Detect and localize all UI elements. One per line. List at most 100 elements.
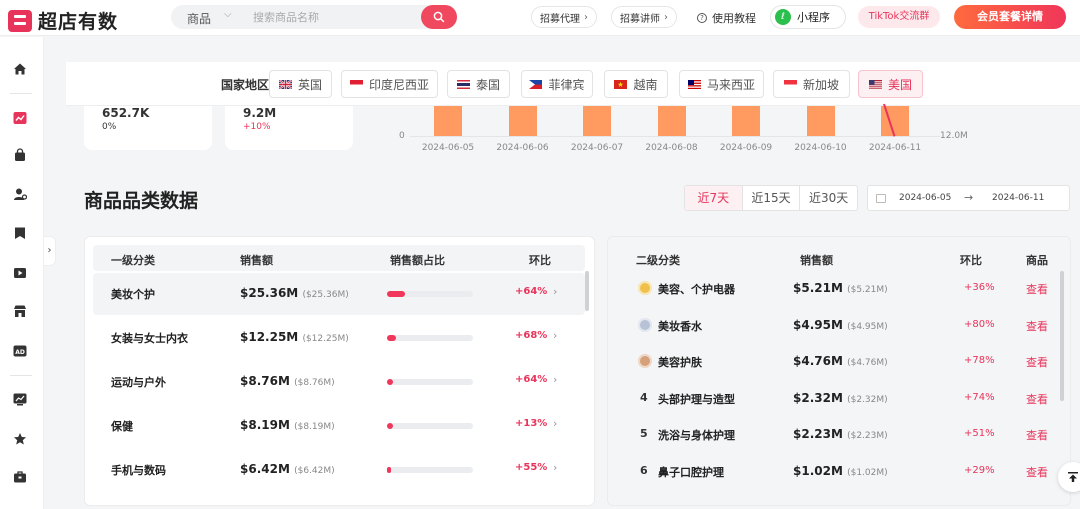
store-icon[interactable]: [12, 303, 28, 319]
video-icon[interactable]: [12, 264, 28, 280]
x-tick-label: 2024-06-06: [496, 143, 549, 153]
category-name: 手机与数码: [111, 464, 166, 477]
table-row[interactable]: 女装与女士内衣 $12.25M ($12.25M) +68% ›: [93, 317, 585, 359]
country-usa[interactable]: 美国: [858, 70, 923, 98]
table-row[interactable]: 运动与户外 $8.76M ($8.76M) +64% ›: [93, 361, 585, 403]
country-indonesia[interactable]: 印度尼西亚: [341, 70, 438, 98]
tab-7-days[interactable]: 近7天: [685, 186, 743, 210]
bronze-medal-icon: [638, 354, 652, 368]
chevron-right-icon[interactable]: ›: [553, 329, 557, 342]
analytics-icon[interactable]: [12, 391, 28, 407]
agent-recruit-button[interactable]: 招募代理 ›: [531, 6, 597, 28]
change-percent: +51%: [964, 428, 995, 439]
tiktok-group-button[interactable]: TikTok交流群: [858, 6, 940, 28]
sales-exact: ($8.19M): [294, 422, 335, 432]
table-row[interactable]: 保健 $8.19M ($8.19M) +13% ›: [93, 405, 585, 447]
user-icon[interactable]: [12, 186, 28, 202]
ad-icon[interactable]: AD: [12, 343, 28, 359]
chart-bar[interactable]: [583, 106, 611, 136]
view-products-link[interactable]: 查看: [1026, 391, 1048, 407]
mini-program-icon: ℓ: [775, 9, 791, 25]
sales-amount: $2.32M: [793, 390, 843, 405]
chart-bar[interactable]: [806, 106, 835, 136]
chevron-right-icon: ›: [584, 11, 588, 23]
mini-program-button[interactable]: ℓ 小程序: [770, 5, 846, 29]
chart-bar[interactable]: [657, 106, 686, 136]
sales-value: $1.02M ($1.02M): [793, 464, 888, 478]
column-header: 销售额: [240, 254, 273, 267]
category-name: 保健: [111, 420, 133, 433]
view-products-link[interactable]: 查看: [1026, 354, 1048, 370]
logo[interactable]: 超店有数: [8, 7, 118, 34]
country-malaysia[interactable]: 马来西亚: [679, 70, 764, 98]
malaysia-flag-icon: [687, 79, 701, 89]
table-row[interactable]: 手机与数码 $6.42M ($6.42M) +55% ›: [93, 449, 585, 491]
search-type-select[interactable]: 商品: [187, 10, 211, 27]
chart-bar[interactable]: [508, 106, 537, 136]
bookmark-icon[interactable]: [12, 225, 28, 241]
category-name: 女装与女士内衣: [111, 332, 188, 345]
country-thailand[interactable]: 泰国: [447, 70, 510, 98]
sidebar-toggle-button[interactable]: ›: [44, 236, 56, 266]
star-icon[interactable]: [12, 431, 28, 447]
table-row[interactable]: 5 洗浴与身体护理 $2.23M ($2.23M) +51% 查看: [616, 417, 1056, 453]
sales-value: $4.76M ($4.76M): [793, 354, 888, 368]
y-axis-label-right: 12.0M: [940, 131, 968, 141]
date-range-picker[interactable]: 2024-06-05 → 2024-06-11: [867, 185, 1070, 211]
table-header: 二级分类 销售额 环比 商品: [616, 245, 1056, 271]
lecturer-recruit-button[interactable]: 招募讲师 ›: [611, 6, 677, 28]
sales-exact: ($12.25M): [302, 334, 349, 344]
chevron-down-icon[interactable]: ⌵: [224, 9, 232, 20]
chart-bar[interactable]: [732, 106, 760, 136]
country-label: 新加坡: [802, 77, 839, 92]
share-progress-bar: [387, 423, 473, 429]
table-row[interactable]: 美妆个护 $25.36M ($25.36M) +64% ›: [93, 273, 585, 315]
home-icon[interactable]: [12, 61, 28, 77]
date-end[interactable]: 2024-06-11: [992, 193, 1044, 203]
table-row[interactable]: 美妆香水 $4.95M ($4.95M) +80% 查看: [616, 308, 1056, 344]
sales-exact: ($1.02M): [847, 467, 888, 478]
tab-30-days[interactable]: 近30天: [800, 186, 857, 210]
trend-icon[interactable]: [12, 110, 28, 126]
rank-number: 6: [640, 463, 648, 477]
date-start[interactable]: 2024-06-05: [899, 193, 951, 203]
change-percent: +64%: [515, 286, 548, 297]
toolbox-icon[interactable]: [12, 469, 28, 485]
country-uk[interactable]: 英国: [269, 70, 332, 98]
table-row[interactable]: 美容护肤 $4.76M ($4.76M) +78% 查看: [616, 344, 1056, 380]
sales-exact: ($6.42M): [294, 466, 335, 476]
x-tick-label: 2024-06-09: [719, 143, 773, 153]
country-singapore[interactable]: 新加坡: [773, 70, 850, 98]
scrollbar[interactable]: [1060, 271, 1064, 401]
table-row[interactable]: 6 鼻子口腔护理 $1.02M ($1.02M) +29% 查看: [616, 454, 1056, 490]
sales-value: $2.23M ($2.23M): [793, 427, 888, 441]
bag-icon[interactable]: [12, 147, 28, 163]
chevron-right-icon[interactable]: ›: [553, 373, 557, 386]
country-vietnam[interactable]: 越南: [604, 70, 668, 98]
table-row[interactable]: 4 头部护理与造型 $2.32M ($2.32M) +74% 查看: [616, 381, 1056, 417]
scrollbar[interactable]: [585, 271, 589, 311]
help-icon: ?: [697, 13, 707, 23]
share-progress-bar: [387, 379, 473, 385]
subcategory-name: 头部护理与造型: [658, 392, 735, 406]
chevron-right-icon[interactable]: ›: [553, 461, 557, 474]
chart-bar[interactable]: [434, 106, 462, 136]
country-philippines[interactable]: 菲律宾: [521, 70, 593, 98]
view-products-link[interactable]: 查看: [1026, 318, 1048, 334]
tutorial-link[interactable]: ? 使用教程: [697, 10, 756, 26]
member-plan-button[interactable]: 会员套餐详情: [954, 5, 1066, 29]
chevron-right-icon[interactable]: ›: [553, 417, 557, 430]
chevron-right-icon[interactable]: ›: [553, 285, 557, 298]
table-row[interactable]: 美容、个护电器 $5.21M ($5.21M) +36% 查看: [616, 271, 1056, 307]
tab-15-days[interactable]: 近15天: [743, 186, 801, 210]
subcategory-name: 美容护肤: [658, 356, 702, 369]
view-products-link[interactable]: 查看: [1026, 427, 1048, 443]
search-input[interactable]: [253, 8, 413, 26]
table-header: 一级分类 销售额 销售额占比 环比: [93, 245, 585, 271]
logo-icon: [8, 9, 32, 32]
search-button[interactable]: [421, 5, 457, 29]
view-products-link[interactable]: 查看: [1026, 281, 1048, 297]
arrow-right-icon: →: [964, 191, 974, 204]
back-to-top-button[interactable]: [1058, 462, 1080, 492]
view-products-link[interactable]: 查看: [1026, 464, 1048, 480]
